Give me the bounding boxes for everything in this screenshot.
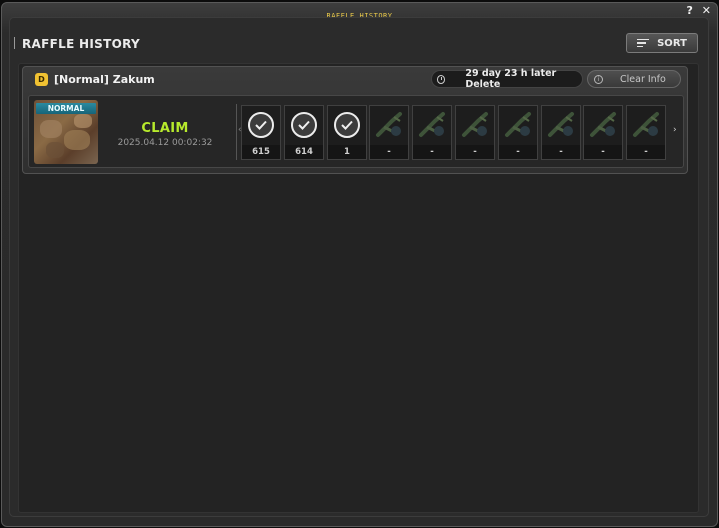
slots-divider xyxy=(236,104,237,160)
clear-info-button[interactable]: i Clear Info xyxy=(587,70,681,88)
reward-slot[interactable]: - xyxy=(498,105,538,160)
sort-icon xyxy=(637,38,650,48)
reward-slot[interactable]: 1 xyxy=(327,105,367,160)
check-icon xyxy=(291,112,317,138)
reward-count: - xyxy=(456,145,494,159)
reward-slot[interactable]: - xyxy=(369,105,409,160)
reward-count: - xyxy=(627,145,665,159)
help-button[interactable]: ? xyxy=(687,4,693,17)
page-title: RAFFLE HISTORY xyxy=(14,37,140,51)
info-icon: i xyxy=(594,74,603,84)
reward-slot[interactable]: - xyxy=(583,105,623,160)
reward-slot[interactable]: - xyxy=(412,105,452,160)
delete-timer-text: 29 day 23 h later Delete xyxy=(465,68,557,90)
reward-slot[interactable]: 614 xyxy=(284,105,324,160)
title-divider xyxy=(14,37,15,49)
clear-info-label: Clear Info xyxy=(620,73,666,85)
hammer-icon xyxy=(631,109,663,141)
launcher-icon xyxy=(546,109,578,141)
scroll-right-icon[interactable]: › xyxy=(673,125,677,135)
reward-count: - xyxy=(584,145,622,159)
reward-count: - xyxy=(413,145,451,159)
boss-grade-badge: D xyxy=(35,73,48,86)
reward-count: - xyxy=(370,145,408,159)
reward-count: - xyxy=(499,145,537,159)
claim-status[interactable]: CLAIM xyxy=(105,121,225,136)
sort-label: SORT xyxy=(657,37,687,49)
reward-count: 615 xyxy=(242,145,280,159)
cannon-icon xyxy=(503,109,535,141)
reward-count: 614 xyxy=(285,145,323,159)
sort-button[interactable]: SORT xyxy=(626,33,698,53)
boss-name: [Normal] Zakum xyxy=(54,73,155,86)
check-icon xyxy=(248,112,274,138)
delete-timer: 29 day 23 h later Delete xyxy=(431,68,583,90)
reward-count: - xyxy=(542,145,580,159)
page-title-text: RAFFLE HISTORY xyxy=(22,37,140,51)
gun-icon xyxy=(460,109,492,141)
bazooka-icon xyxy=(374,109,406,141)
clock-icon xyxy=(437,74,446,84)
claim-date: 2025.04.12 00:02:32 xyxy=(117,138,213,148)
reward-count: 1 xyxy=(328,145,366,159)
reward-slot[interactable]: - xyxy=(455,105,495,160)
difficulty-tag: NORMAL xyxy=(36,103,96,114)
rifle-icon xyxy=(588,109,620,141)
reward-slot[interactable]: - xyxy=(541,105,581,160)
reward-slot[interactable]: 615 xyxy=(241,105,281,160)
close-button[interactable]: ✕ xyxy=(702,4,711,17)
reward-slot[interactable]: - xyxy=(626,105,666,160)
check-icon xyxy=(334,112,360,138)
crossbow-icon xyxy=(417,109,449,141)
